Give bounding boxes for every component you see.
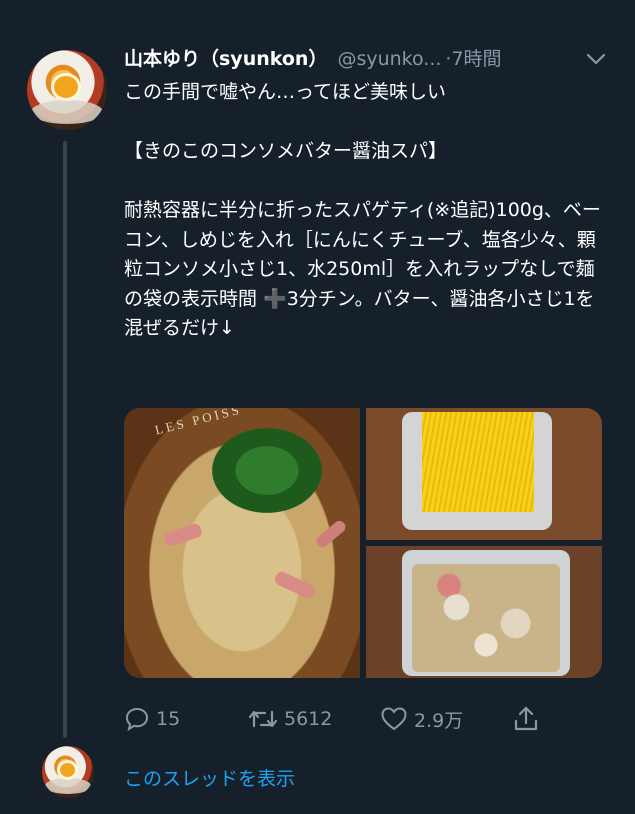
avatar-plate [44,778,92,794]
like-button[interactable]: 2.9万 [380,702,463,736]
retweet-button[interactable]: 5612 [248,702,332,736]
photo-detail-bacon [162,522,204,548]
thread-author-avatar[interactable] [42,746,94,798]
display-name[interactable]: 山本ゆり（syunkon） [124,48,327,70]
like-icon [381,707,407,731]
avatar-egg-yolk [59,762,76,778]
tweet-timestamp[interactable]: 7時間 [451,48,501,70]
tweet-text: この手間で嘘やん…ってほど美味しい 【きのこのコンソメバター醤油スパ】 耐熱容器… [124,81,601,339]
reply-icon [125,707,149,732]
photo-pasta-plate[interactable]: LES POISS [124,408,360,678]
share-icon [514,706,538,731]
photo-mushroom-container[interactable] [366,546,602,678]
reply-button[interactable]: 15 [124,702,180,736]
photo-detail-bacon [273,569,317,601]
retweet-count: 5612 [284,708,333,730]
thread-connector-line [63,141,67,738]
tweet-actions: 15 5612 2.9万 [124,702,604,736]
avatar-egg-yolk [54,75,79,98]
photo-detail-herbs [212,428,322,513]
chevron-down-icon[interactable] [585,50,607,68]
retweet-icon [248,710,278,728]
share-button[interactable] [512,702,546,736]
photo-dry-spaghetti-container[interactable] [366,408,602,540]
like-count: 2.9万 [414,709,464,732]
photo-detail-spaghetti [422,412,534,512]
user-handle[interactable]: @syunko... [337,48,441,70]
show-thread-link[interactable]: このスレッドを表示 [124,764,295,791]
photo-detail-mushrooms [412,564,560,672]
reply-count: 15 [156,708,181,730]
media-grid: LES POISS [124,408,602,678]
tweet-header: 山本ゆり（syunkon） @syunko... ·7時間 [124,44,614,74]
photo-detail-bacon [314,518,348,550]
avatar-plate [31,99,103,124]
author-avatar[interactable] [27,50,107,130]
